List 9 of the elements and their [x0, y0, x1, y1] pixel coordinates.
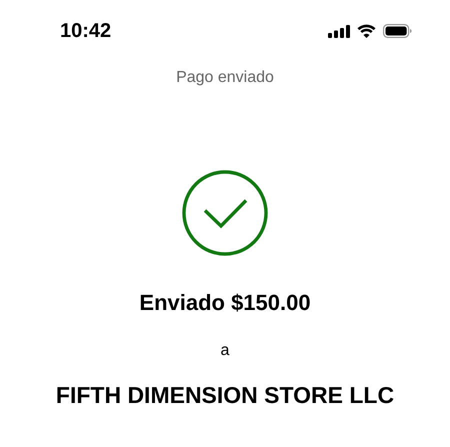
status-time: 10:42 — [60, 20, 112, 42]
checkmark-icon — [182, 170, 268, 256]
recipient-name: FIFTH DIMENSION STORE LLC — [54, 382, 396, 409]
amount-text: Enviado $150.00 — [138, 290, 312, 316]
connector-text: a — [220, 342, 230, 360]
signal-icon — [328, 24, 350, 38]
wifi-icon — [357, 24, 376, 38]
screen-title: Pago enviado — [175, 69, 275, 87]
battery-icon — [383, 24, 412, 38]
